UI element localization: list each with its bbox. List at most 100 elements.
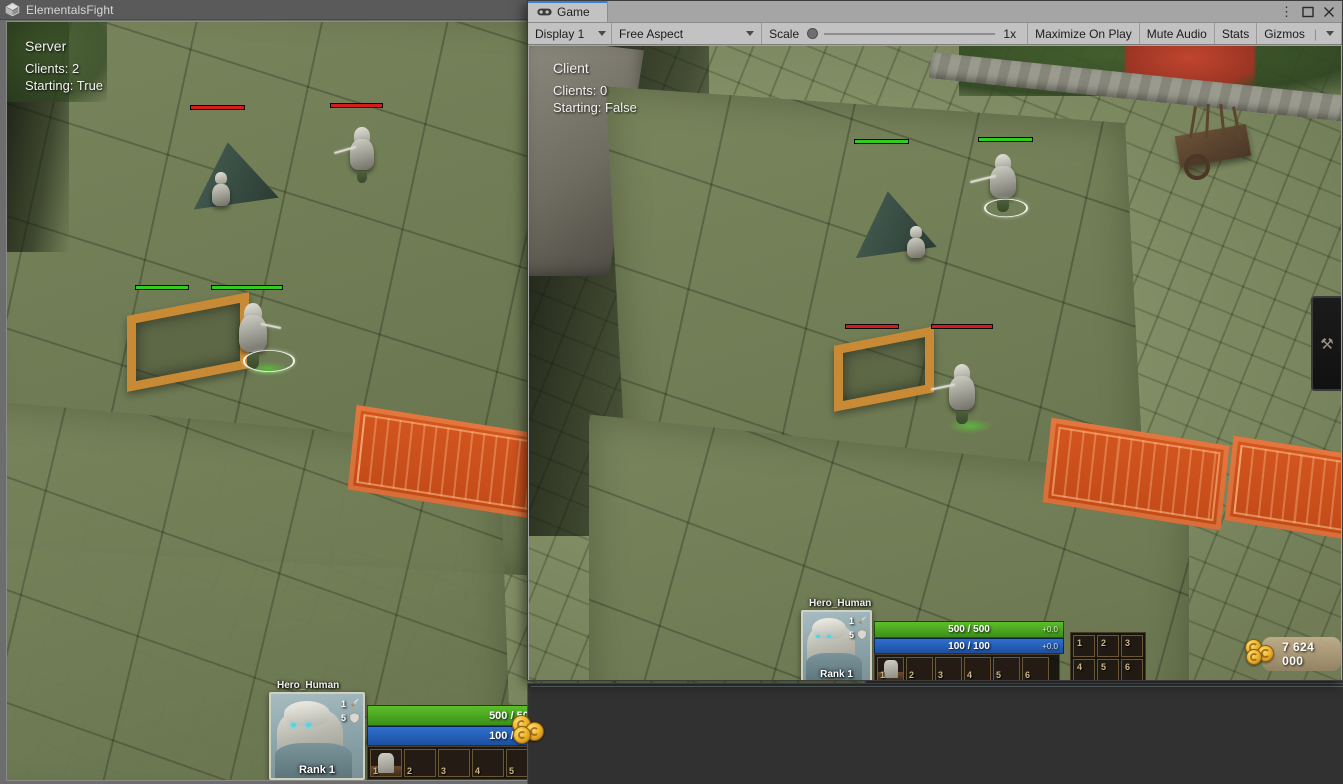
aspect-dropdown[interactable]: Free Aspect xyxy=(612,23,763,44)
slot-number: 2 xyxy=(407,766,413,776)
chevron-down-icon xyxy=(1326,31,1334,36)
chevron-down-icon xyxy=(598,31,607,36)
build-slot-number: 3 xyxy=(1125,638,1131,648)
ability-slot[interactable]: 3 xyxy=(935,657,962,680)
unit-helmet xyxy=(215,172,227,185)
build-side-panel[interactable]: ⚒ xyxy=(1311,296,1341,391)
slot-number: 5 xyxy=(996,670,1002,680)
client-starting-label: Starting: False xyxy=(553,100,637,115)
client-network-overlay: Client Clients: 0 Starting: False xyxy=(553,60,637,116)
unit-enemy-knight[interactable] xyxy=(334,127,374,183)
build-slot[interactable]: 1 xyxy=(1073,635,1095,657)
build-slot[interactable]: 3 xyxy=(1121,635,1143,657)
hero-attack-stat: 1 xyxy=(341,698,360,709)
ability-slot[interactable]: 2 xyxy=(906,657,933,680)
gold-coins-icon xyxy=(512,715,546,745)
gizmos-dropdown[interactable]: Gizmos | xyxy=(1257,23,1342,44)
portrait-eye-right xyxy=(305,722,311,727)
scale-value-label: 1x xyxy=(1003,26,1017,41)
hero-portrait[interactable]: 1 5 Rank 1 xyxy=(801,610,872,680)
unit-body xyxy=(990,166,1016,199)
maximize-icon[interactable] xyxy=(1302,6,1314,18)
build-slot[interactable]: 5 xyxy=(1097,659,1119,680)
kebab-menu-icon[interactable]: ⋮ xyxy=(1280,5,1293,18)
hero-stat-column: 1 5 xyxy=(341,698,360,724)
unit-tent-guard[interactable] xyxy=(212,172,230,208)
screen-root: ElementalsFight Server Clients: 2 Starti… xyxy=(0,0,1343,784)
ability-slot[interactable]: 1 xyxy=(877,657,904,680)
ability-slot[interactable]: 4 xyxy=(964,657,991,680)
window-controls: ⋮ xyxy=(1273,1,1342,22)
server-window-title: ElementalsFight xyxy=(26,2,114,17)
close-icon[interactable] xyxy=(1323,6,1335,18)
build-slot-number: 2 xyxy=(1101,638,1107,648)
scale-slider[interactable] xyxy=(807,28,996,39)
client-clients-label: Clients: 0 xyxy=(553,83,608,98)
slot-number: 5 xyxy=(509,766,515,776)
gizmos-label: Gizmos xyxy=(1264,26,1305,41)
scale-slider-knob[interactable] xyxy=(807,28,819,39)
health-regen-text: +0.0 xyxy=(1042,625,1058,634)
stats-toggle[interactable]: Stats xyxy=(1215,23,1258,44)
enemy-knight-foot-glow xyxy=(947,418,993,434)
display-dropdown[interactable]: Display 1 xyxy=(528,23,612,44)
build-slot[interactable]: 2 xyxy=(1097,635,1119,657)
tab-game[interactable]: Game xyxy=(528,1,608,22)
ability-slot[interactable]: 5 xyxy=(993,657,1020,680)
slot-number: 4 xyxy=(967,670,973,680)
hero-rank-label: Rank 1 xyxy=(820,669,853,680)
unit-legs xyxy=(356,170,368,183)
unit-body xyxy=(239,315,267,353)
unit-body xyxy=(350,139,374,171)
ability-slot[interactable]: 3 xyxy=(438,749,470,777)
mute-audio-label: Mute Audio xyxy=(1146,26,1207,41)
gold-coins-icon xyxy=(1245,639,1274,669)
unit-legs xyxy=(956,410,968,424)
aspect-dropdown-label: Free Aspect xyxy=(619,26,684,41)
hp-bar-enemy-tent xyxy=(190,105,245,110)
tab-game-label: Game xyxy=(557,4,590,19)
ability-slot[interactable]: 2 xyxy=(404,749,436,777)
server-network-overlay: Server Clients: 2 Starting: True xyxy=(25,38,103,94)
build-slot-number: 5 xyxy=(1101,662,1107,672)
portrait-eye-left xyxy=(291,722,297,727)
editor-lower-panel-inner xyxy=(531,686,1343,784)
scale-label: Scale xyxy=(769,26,800,41)
gamepad-icon xyxy=(537,8,552,15)
unit-helmet xyxy=(910,226,922,238)
unit-enemy-knight[interactable] xyxy=(931,364,975,424)
maximize-on-play-toggle[interactable]: Maximize On Play xyxy=(1028,23,1140,44)
game-viewport[interactable]: Client Clients: 0 Starting: False ⚒ Hero… xyxy=(529,46,1341,680)
hero-defense-stat: 5 xyxy=(341,712,360,724)
unit-tent-guard[interactable] xyxy=(907,226,925,260)
tabstrip-filler xyxy=(608,1,1273,22)
sword-icon xyxy=(858,616,866,625)
chevron-down-icon xyxy=(746,31,755,36)
scale-slider-track[interactable] xyxy=(824,32,996,35)
ability-slot[interactable]: 4 xyxy=(472,749,504,777)
ally-knight-selection-ring xyxy=(984,198,1028,218)
slot-number: 3 xyxy=(938,670,944,680)
slot-number: 1 xyxy=(373,766,379,776)
mana-regen-text: +0.0 xyxy=(1042,641,1058,651)
hero-rank-label: Rank 1 xyxy=(298,764,336,776)
hero-portrait[interactable]: 1 5 Rank 1 xyxy=(269,692,365,780)
editor-lower-panel xyxy=(527,683,1343,784)
build-grid: 1 2 3 4 5 6 xyxy=(1070,632,1146,680)
hud-hero-name: Hero_Human xyxy=(809,598,872,609)
ability-slot[interactable]: 1 xyxy=(370,749,402,777)
build-slot[interactable]: 6 xyxy=(1121,659,1143,680)
hero-attack-value: 1 xyxy=(340,698,346,709)
hero-attack-value: 1 xyxy=(848,616,854,626)
hero-selection-ring xyxy=(243,350,295,372)
mute-audio-toggle[interactable]: Mute Audio xyxy=(1140,23,1215,44)
build-slot[interactable]: 4 xyxy=(1073,659,1095,680)
ability-slot[interactable]: 6 xyxy=(1022,657,1049,680)
hp-bar-enemy-knight xyxy=(330,103,383,108)
slot-number: 4 xyxy=(475,766,481,776)
hud-main-row: 1 5 xyxy=(801,610,1146,680)
slot-number: 1 xyxy=(880,670,886,680)
unit-body xyxy=(949,376,975,410)
build-slot-number: 1 xyxy=(1077,638,1083,648)
scale-slider-group[interactable]: Scale 1x xyxy=(762,23,1029,44)
